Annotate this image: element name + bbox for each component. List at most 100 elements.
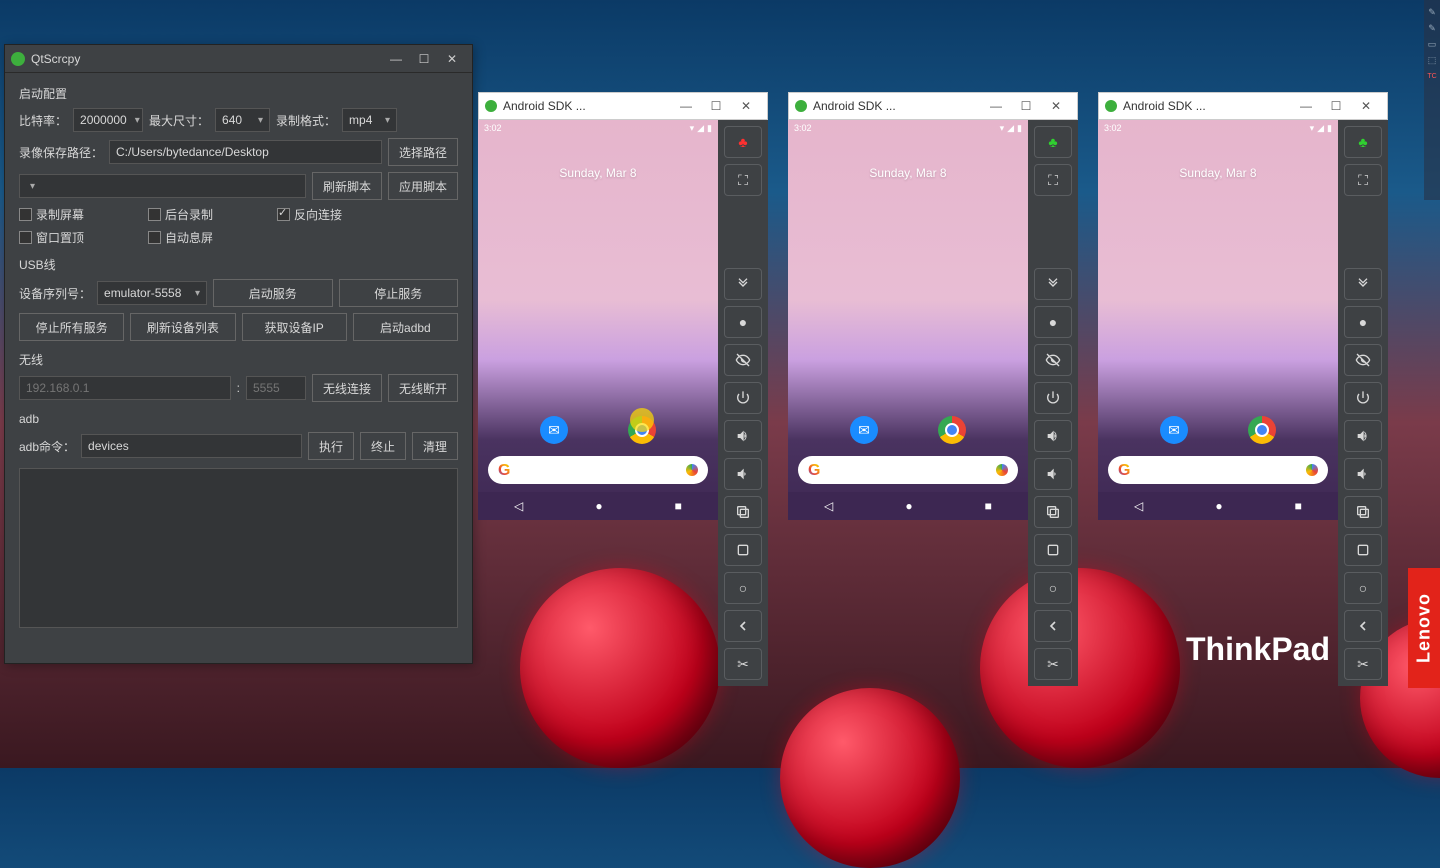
app-switch-button[interactable] <box>1344 534 1382 566</box>
adb-output[interactable] <box>19 468 458 628</box>
fullscreen-button[interactable]: ⛶ <box>724 164 762 196</box>
pin-button[interactable]: ♣ <box>724 126 762 158</box>
stopall-button[interactable]: 停止所有服务 <box>19 313 124 341</box>
reverseconn-checkbox[interactable] <box>277 208 290 221</box>
pin-button[interactable]: ♣ <box>1344 126 1382 158</box>
fullscreen-button[interactable]: ⛶ <box>1034 164 1072 196</box>
bitrate-select[interactable]: 2000000 <box>73 108 143 132</box>
wdisconnect-button[interactable]: 无线断开 <box>388 374 458 402</box>
volume-down-button[interactable] <box>1344 458 1382 490</box>
home-nav-icon[interactable]: ● <box>1215 499 1222 513</box>
maximize-button[interactable]: ☐ <box>1321 99 1351 113</box>
deviceserial-select[interactable]: emulator-5558 <box>97 281 207 305</box>
expand-notification-button[interactable] <box>724 268 762 300</box>
recent-nav-icon[interactable]: ■ <box>1295 499 1302 513</box>
google-search-pill[interactable]: G <box>488 456 708 484</box>
minimize-button[interactable]: — <box>1291 99 1321 113</box>
home-nav-icon[interactable]: ● <box>905 499 912 513</box>
refreshdev-button[interactable]: 刷新设备列表 <box>130 313 235 341</box>
chrome-app-icon[interactable] <box>628 416 656 444</box>
copy-button[interactable] <box>724 496 762 528</box>
close-button[interactable]: ✕ <box>731 99 761 113</box>
refreshscript-button[interactable]: 刷新脚本 <box>312 172 382 200</box>
fullscreen-button[interactable]: ⛶ <box>1344 164 1382 196</box>
recordformat-select[interactable]: mp4 <box>342 108 397 132</box>
toolbar-item[interactable]: ✎ <box>1426 22 1438 34</box>
home-button[interactable]: ○ <box>1034 572 1072 604</box>
touch-button[interactable]: ● <box>1344 306 1382 338</box>
alwaysontop-checkbox[interactable] <box>19 231 32 244</box>
expand-notification-button[interactable] <box>1034 268 1072 300</box>
chrome-app-icon[interactable] <box>1248 416 1276 444</box>
volume-up-button[interactable] <box>1344 420 1382 452</box>
script-select[interactable] <box>19 174 306 198</box>
recordpath-input[interactable] <box>109 140 382 164</box>
phone-screen[interactable]: 3:02 ▾◢▮ Sunday, Mar 8 ✉ G ◁ ● ■ <box>478 120 718 520</box>
home-button[interactable]: ○ <box>1344 572 1382 604</box>
back-button[interactable] <box>1034 610 1072 642</box>
minimize-button[interactable]: — <box>382 45 410 72</box>
recordscreen-checkbox[interactable] <box>19 208 32 221</box>
wconnect-button[interactable]: 无线连接 <box>312 374 382 402</box>
screenshot-button[interactable]: ✂ <box>1344 648 1382 680</box>
app-switch-button[interactable] <box>724 534 762 566</box>
choosepath-button[interactable]: 选择路径 <box>388 138 458 166</box>
ip-input[interactable] <box>19 376 231 400</box>
messages-app-icon[interactable]: ✉ <box>850 416 878 444</box>
back-button[interactable] <box>724 610 762 642</box>
applyscript-button[interactable]: 应用脚本 <box>388 172 458 200</box>
back-nav-icon[interactable]: ◁ <box>1134 499 1143 513</box>
google-search-pill[interactable]: G <box>1108 456 1328 484</box>
close-button[interactable]: ✕ <box>438 45 466 72</box>
getip-button[interactable]: 获取设备IP <box>242 313 347 341</box>
scrcpy-titlebar[interactable]: Android SDK ... — ☐ ✕ <box>788 92 1078 120</box>
screen-off-button[interactable] <box>1344 344 1382 376</box>
back-button[interactable] <box>1344 610 1382 642</box>
back-nav-icon[interactable]: ◁ <box>514 499 523 513</box>
touch-button[interactable]: ● <box>724 306 762 338</box>
copy-button[interactable] <box>1344 496 1382 528</box>
bgrecord-checkbox[interactable] <box>148 208 161 221</box>
adbcmd-input[interactable] <box>81 434 302 458</box>
terminate-button[interactable]: 终止 <box>360 432 406 460</box>
home-button[interactable]: ○ <box>724 572 762 604</box>
screenshot-button[interactable]: ✂ <box>724 648 762 680</box>
minimize-button[interactable]: — <box>671 99 701 113</box>
clear-button[interactable]: 清理 <box>412 432 458 460</box>
back-nav-icon[interactable]: ◁ <box>824 499 833 513</box>
screen-off-button[interactable] <box>724 344 762 376</box>
close-button[interactable]: ✕ <box>1041 99 1071 113</box>
chrome-app-icon[interactable] <box>938 416 966 444</box>
power-button[interactable] <box>724 382 762 414</box>
expand-notification-button[interactable] <box>1344 268 1382 300</box>
screenshot-button[interactable]: ✂ <box>1034 648 1072 680</box>
close-button[interactable]: ✕ <box>1351 99 1381 113</box>
touch-button[interactable]: ● <box>1034 306 1072 338</box>
google-search-pill[interactable]: G <box>798 456 1018 484</box>
minimize-button[interactable]: — <box>981 99 1011 113</box>
toolbar-item[interactable]: ✎ <box>1426 6 1438 18</box>
maxsize-select[interactable]: 640 <box>215 108 270 132</box>
scrcpy-titlebar[interactable]: Android SDK ... — ☐ ✕ <box>478 92 768 120</box>
execute-button[interactable]: 执行 <box>308 432 354 460</box>
volume-up-button[interactable] <box>1034 420 1072 452</box>
maximize-button[interactable]: ☐ <box>410 45 438 72</box>
app-switch-button[interactable] <box>1034 534 1072 566</box>
toolbar-item[interactable]: ⬚ <box>1426 54 1438 66</box>
messages-app-icon[interactable]: ✉ <box>1160 416 1188 444</box>
stopservice-button[interactable]: 停止服务 <box>339 279 459 307</box>
toolbar-item[interactable]: TC <box>1426 70 1438 82</box>
maximize-button[interactable]: ☐ <box>1011 99 1041 113</box>
toolbar-item[interactable]: ▭ <box>1426 38 1438 50</box>
recent-nav-icon[interactable]: ■ <box>985 499 992 513</box>
recent-nav-icon[interactable]: ■ <box>675 499 682 513</box>
power-button[interactable] <box>1034 382 1072 414</box>
startservice-button[interactable]: 启动服务 <box>213 279 333 307</box>
autooff-checkbox[interactable] <box>148 231 161 244</box>
pin-button[interactable]: ♣ <box>1034 126 1072 158</box>
volume-up-button[interactable] <box>724 420 762 452</box>
screen-off-button[interactable] <box>1034 344 1072 376</box>
home-nav-icon[interactable]: ● <box>595 499 602 513</box>
startadbd-button[interactable]: 启动adbd <box>353 313 458 341</box>
qtscrcpy-titlebar[interactable]: QtScrcpy — ☐ ✕ <box>5 45 472 73</box>
